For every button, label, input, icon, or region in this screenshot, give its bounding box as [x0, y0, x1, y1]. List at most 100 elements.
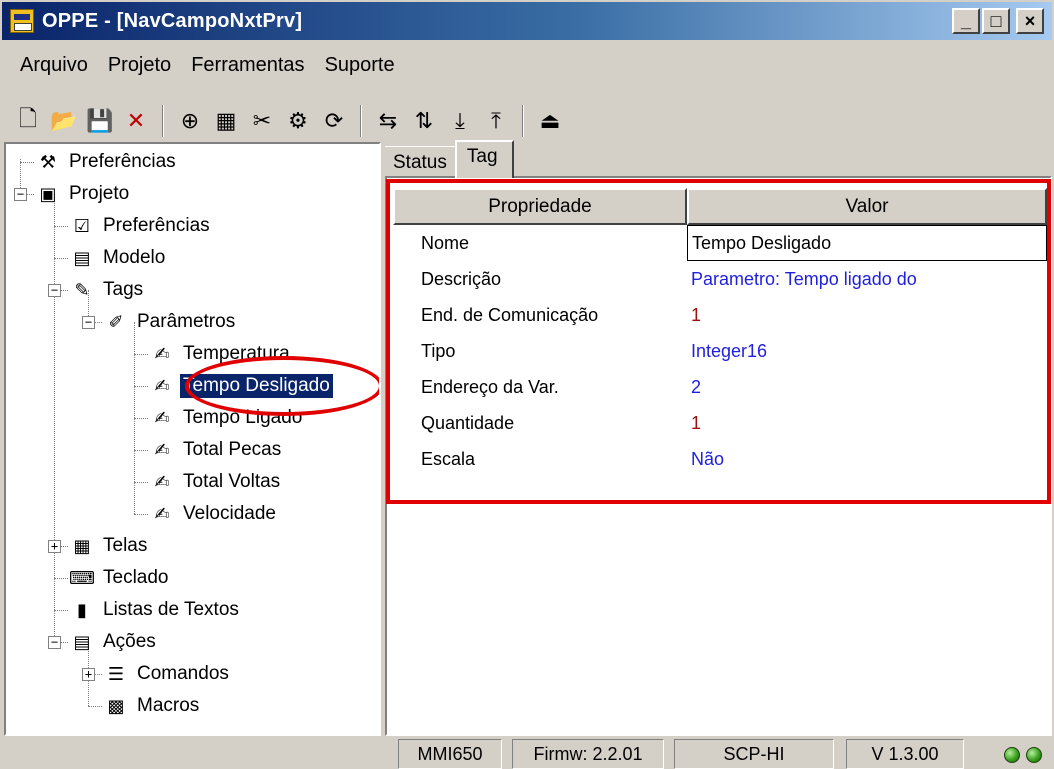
connect-icon[interactable]: ⇆: [370, 103, 406, 139]
actions-icon: ▤: [73, 632, 91, 652]
highlight-ellipse: [185, 356, 379, 416]
status-protocol: SCP-HI: [674, 739, 834, 769]
tree-guide-line: [54, 194, 55, 642]
tree-item[interactable]: ▮ Listas de Textos: [70, 595, 242, 625]
collapse-icon[interactable]: −: [82, 316, 95, 329]
save-icon[interactable]: 💾: [82, 103, 118, 139]
tree-item[interactable]: ▣ Projeto: [36, 179, 132, 209]
open-folder-icon[interactable]: 📂: [46, 103, 82, 139]
tree-item-label[interactable]: Preferências: [100, 214, 213, 238]
tree-item-label[interactable]: Total Voltas: [180, 470, 283, 494]
tags-tool-icon[interactable]: ✂: [244, 103, 280, 139]
menu-suporte[interactable]: Suporte: [315, 52, 405, 82]
refresh-icon[interactable]: ⟳: [316, 103, 352, 139]
app-icon: [10, 9, 34, 33]
tags-icon: ✎: [74, 280, 90, 300]
tree-guide-line: [134, 418, 148, 419]
status-device: MMI650: [398, 739, 502, 769]
toolbar: 🗋 📂 💾 ✕ ⊕ ▦ ✂ ⚙ ⟳ ⇆ ⇅ ⤓ ⤒ ⏏: [10, 100, 568, 142]
tag-icon: ✍: [154, 408, 170, 428]
toolbar-separator: [360, 105, 362, 137]
tree-item-label[interactable]: Preferências: [66, 150, 179, 174]
upload-icon[interactable]: ⤒: [478, 103, 514, 139]
tree-guide-line: [134, 450, 148, 451]
project-icon: ▣: [39, 184, 57, 204]
tree-item-label[interactable]: Total Pecas: [180, 438, 284, 462]
title-bar[interactable]: OPPE - [NavCampoNxtPrv] _ □ ×: [2, 2, 1052, 40]
tag-icon: ✍: [154, 504, 170, 524]
expand-icon[interactable]: +: [82, 668, 95, 681]
tree-item-label[interactable]: Tags: [100, 278, 146, 302]
toolbar-separator: [522, 105, 524, 137]
window-controls: _ □ ×: [952, 8, 1044, 34]
commands-icon: ☰: [107, 664, 125, 684]
tree-item[interactable]: ⌨ Teclado: [69, 563, 172, 593]
tree-item[interactable]: ☰ Comandos: [104, 659, 232, 689]
tree-guide-line: [88, 706, 102, 707]
project-tree[interactable]: ⚒ Preferências − ▣ Projeto ☑ Preferências ▤ Mode…: [4, 142, 381, 736]
tree-item[interactable]: ☑ Preferências: [70, 211, 213, 241]
new-file-icon[interactable]: 🗋: [10, 103, 46, 139]
window-title: OPPE - [NavCampoNxtPrv]: [42, 9, 303, 32]
tree-item[interactable]: ✍ Total Voltas: [150, 467, 283, 497]
tree-tool-icon[interactable]: ⊕: [172, 103, 208, 139]
close-button[interactable]: ×: [1016, 8, 1044, 34]
tree-item[interactable]: ✍ Total Pecas: [150, 435, 284, 465]
menu-bar: Arquivo Projeto Ferramentas Suporte: [10, 52, 405, 82]
collapse-icon[interactable]: −: [48, 284, 61, 297]
tree-item[interactable]: ▤ Ações: [70, 627, 159, 657]
tab-strip: Status Tag: [385, 140, 514, 178]
tree-item-label[interactable]: Telas: [100, 534, 150, 558]
tree-item[interactable]: ▦ Telas: [70, 531, 150, 561]
screen-tool-icon[interactable]: ▦: [208, 103, 244, 139]
toolbar-separator: [162, 105, 164, 137]
tree-item[interactable]: ✐ Parâmetros: [104, 307, 238, 337]
collapse-icon[interactable]: −: [14, 188, 27, 201]
menu-arquivo[interactable]: Arquivo: [10, 52, 98, 82]
tools-icon: ⚒: [39, 152, 57, 172]
status-led-icon: [1026, 747, 1042, 763]
status-led-icon: [1004, 747, 1020, 763]
menu-ferramentas[interactable]: Ferramentas: [181, 52, 314, 82]
tree-item[interactable]: ✍ Velocidade: [150, 499, 279, 529]
tree-item-label[interactable]: Velocidade: [180, 502, 279, 526]
tree-item-label[interactable]: Listas de Textos: [100, 598, 242, 622]
tag-icon: ✍: [154, 376, 170, 396]
highlight-rectangle: [386, 179, 1051, 504]
tree-item-label[interactable]: Comandos: [134, 662, 232, 686]
app-window: OPPE - [NavCampoNxtPrv] _ □ × Arquivo Pr…: [0, 0, 1054, 769]
tree-item-label[interactable]: Ações: [100, 630, 159, 654]
transfer-icon[interactable]: ⇅: [406, 103, 442, 139]
tab-tag[interactable]: Tag: [454, 140, 514, 178]
collapse-icon[interactable]: −: [48, 636, 61, 649]
maximize-button[interactable]: □: [982, 8, 1010, 34]
tree-guide-line: [20, 162, 34, 163]
tree-item-label[interactable]: Parâmetros: [134, 310, 238, 334]
tree-item-label[interactable]: Modelo: [100, 246, 168, 270]
tree-item[interactable]: ▤ Modelo: [70, 243, 168, 273]
screens-icon: ▦: [73, 536, 91, 556]
tree-item[interactable]: ▩ Macros: [104, 691, 202, 721]
delete-icon[interactable]: ✕: [118, 103, 154, 139]
tree-item-label[interactable]: Teclado: [100, 566, 172, 590]
model-icon: ▤: [73, 248, 91, 268]
tab-status[interactable]: Status: [385, 146, 455, 178]
tree-item-label[interactable]: Macros: [134, 694, 202, 718]
expand-icon[interactable]: +: [48, 540, 61, 553]
tree-guide-line: [54, 258, 68, 259]
parameters-icon: ✐: [108, 312, 124, 332]
macros-icon: ▩: [107, 696, 125, 716]
params-tool-icon[interactable]: ⚙: [280, 103, 316, 139]
download-icon[interactable]: ⤓: [442, 103, 478, 139]
tree-item[interactable]: ⚒ Preferências: [36, 147, 179, 177]
text-lists-icon: ▮: [77, 600, 87, 620]
tree-item-label[interactable]: Projeto: [66, 182, 132, 206]
tree-guide-line: [134, 482, 148, 483]
tree-guide-line: [134, 514, 148, 515]
minimize-button[interactable]: _: [952, 8, 980, 34]
preferences-icon: ☑: [73, 216, 91, 236]
keyboard-icon: ⌨: [69, 568, 95, 588]
menu-projeto[interactable]: Projeto: [98, 52, 181, 82]
exit-icon[interactable]: ⏏: [532, 103, 568, 139]
tree-item[interactable]: ✎ Tags: [70, 275, 146, 305]
